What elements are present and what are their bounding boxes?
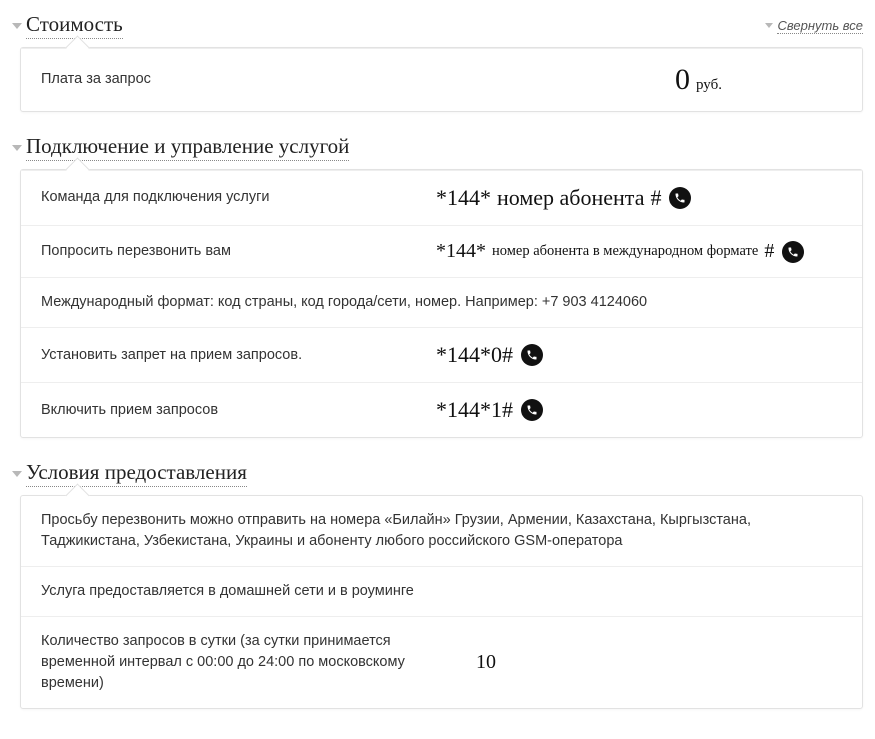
ussd-code-part: # [764, 240, 774, 263]
section-toggle-manage[interactable]: Подключение и управление услугой [12, 134, 863, 161]
ussd-code: *144*1# [436, 397, 513, 423]
ussd-code-part: номер абонента в международном формате [492, 243, 758, 260]
manage-row-callback: Попросить перезвонить вам *144* номер або… [21, 225, 862, 277]
ussd-code-part: номер абонента [497, 185, 644, 211]
row-label: Количество запросов в сутки (за сутки пр… [41, 631, 436, 694]
ussd-code-part: *144* [436, 240, 486, 263]
cost-row: Плата за запрос 0 руб. [21, 48, 862, 111]
row-label: Включить прием запросов [41, 400, 436, 421]
terms-panel: Просьбу перезвонить можно отправить на н… [20, 495, 863, 709]
section-toggle-terms[interactable]: Условия предоставления [12, 460, 863, 487]
chevron-down-icon [12, 23, 22, 29]
manage-row-enable: Включить прием запросов *144*1# [21, 382, 862, 437]
fee-value: 0 [675, 63, 690, 97]
phone-icon[interactable] [521, 399, 543, 421]
ussd-code-part: # [650, 185, 661, 211]
fee-unit: руб. [696, 77, 722, 94]
chevron-down-icon [765, 23, 773, 28]
chevron-down-icon [12, 145, 22, 151]
ussd-code: *144*0# [436, 342, 513, 368]
terms-row-limit: Количество запросов в сутки (за сутки пр… [21, 616, 862, 708]
chevron-down-icon [12, 471, 22, 477]
manage-row-connect: Команда для подключения услуги *144*номе… [21, 170, 862, 225]
row-label: Команда для подключения услуги [41, 187, 436, 208]
terms-row-roaming: Услуга предоставляется в домашней сети и… [21, 566, 862, 616]
collapse-all-label: Свернуть все [777, 18, 863, 34]
section-toggle-cost[interactable]: Стоимость [12, 12, 123, 39]
collapse-all-button[interactable]: Свернуть все [765, 18, 863, 34]
section-title: Подключение и управление услугой [26, 134, 349, 161]
row-label: Установить запрет на прием запросов. [41, 345, 436, 366]
phone-icon[interactable] [669, 187, 691, 209]
phone-icon[interactable] [782, 241, 804, 263]
manage-panel: Команда для подключения услуги *144*номе… [20, 169, 863, 438]
row-label: Попросить перезвонить вам [41, 241, 436, 262]
fee-label: Плата за запрос [41, 69, 436, 90]
manage-row-format-note: Международный формат: код страны, код го… [21, 277, 862, 327]
section-title: Стоимость [26, 12, 123, 39]
manage-row-block: Установить запрет на прием запросов. *14… [21, 327, 862, 382]
limit-value: 10 [436, 651, 496, 674]
terms-row-countries: Просьбу перезвонить можно отправить на н… [21, 496, 862, 566]
phone-icon[interactable] [521, 344, 543, 366]
ussd-code-part: *144* [436, 185, 491, 211]
cost-panel: Плата за запрос 0 руб. [20, 47, 863, 112]
section-title: Условия предоставления [26, 460, 247, 487]
